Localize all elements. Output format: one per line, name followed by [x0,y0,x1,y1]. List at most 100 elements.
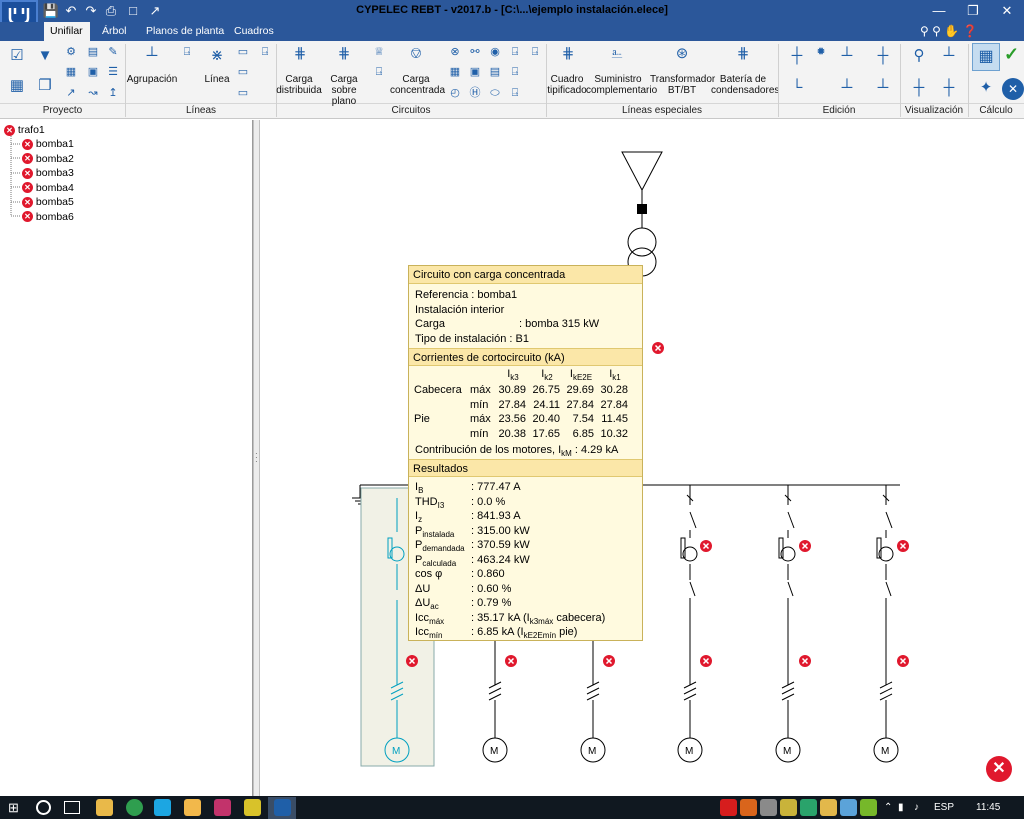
task-view-icon[interactable] [64,801,80,814]
tree-item-bomba1[interactable]: ✕ bomba1 [22,137,74,152]
breaker-icon[interactable]: ⍈ [258,45,272,59]
view-b-icon[interactable]: ┴ [938,46,960,66]
clock-icon[interactable]: ◴ [448,86,462,100]
layout-icon[interactable]: ▦ [6,76,28,96]
export-icon[interactable]: ↗ [146,2,164,20]
carga-concentrada-button[interactable]: Carga concentrada [390,74,445,96]
cypelec-taskbar-icon[interactable] [274,799,291,816]
print-icon[interactable]: ⎙ [102,2,120,20]
cuadro-tipificado-icon[interactable]: ⋕ [556,44,580,64]
filter-icon[interactable]: ▼ [34,46,56,66]
tray-c-icon[interactable] [780,799,797,816]
app-c-icon[interactable] [244,799,261,816]
tray-a-icon[interactable] [720,799,737,816]
cable-a-icon[interactable]: ▭ [236,45,250,59]
close-window-button[interactable]: ✕ [990,0,1024,22]
check-calc-icon[interactable]: ✓ [1004,44,1022,65]
tree-item-bomba2[interactable]: ✕ bomba2 [22,152,74,167]
tray-nvidia-icon[interactable] [860,799,877,816]
edit-e-icon[interactable]: ┴ [836,78,858,98]
cable-b-icon[interactable]: ▭ [236,65,250,79]
wand-icon[interactable]: ↝ [86,86,100,100]
edit-b-icon[interactable]: ✹ [814,45,828,59]
gear-icon[interactable]: ⚙ [64,45,78,59]
carga-concentrada-icon[interactable]: ⎊ [404,44,428,64]
tray-d-icon[interactable] [800,799,817,816]
socket-icon[interactable]: ⚯ [468,45,482,59]
search-icon[interactable] [36,800,51,815]
view-c-icon[interactable]: ┼ [908,78,930,98]
tool-d-icon[interactable]: ⍈ [508,86,522,100]
tool-a-icon[interactable]: ⍈ [508,45,522,59]
tree-item-bomba5[interactable]: ✕ bomba5 [22,195,74,210]
tab-arbol[interactable]: Árbol [96,22,133,41]
calculator-icon[interactable]: ▦ [972,43,1000,71]
app-b-icon[interactable] [214,799,231,816]
carga-distribuida-icon[interactable]: ⋕ [288,44,312,64]
tray-cloud-icon[interactable] [760,799,777,816]
tab-cuadros[interactable]: Cuadros [228,22,280,41]
pan-icon[interactable]: ✋ [944,24,959,38]
minimize-button[interactable]: — [922,0,956,22]
help-icon[interactable]: ❓ [963,24,978,38]
view-d-icon[interactable]: ┼ [938,78,960,98]
arrow-icon[interactable]: ↗ [64,86,78,100]
edit-a-icon[interactable]: ┼ [786,46,808,66]
redo-icon[interactable]: ↷ [82,2,100,20]
carga-sobre-plano-button[interactable]: Carga sobre plano [320,74,368,107]
fuse-icon[interactable]: ⍈ [180,45,194,59]
check-project-icon[interactable]: ☑ [6,46,28,66]
tray-chevron-icon[interactable]: ⌃ [884,799,892,816]
suministro-icon[interactable]: ⎁ [605,44,629,64]
tree-item-bomba6[interactable]: ✕ bomba6 [22,210,74,225]
agrupacion-icon[interactable]: ┴ [140,46,164,66]
edit-d-icon[interactable]: └ [786,78,808,98]
skype-icon[interactable] [154,799,171,816]
errors-close-icon[interactable]: ✕ [986,756,1012,782]
wand-calc-icon[interactable]: ✦ [976,78,996,98]
explorer-icon[interactable] [96,799,113,816]
print-preview-icon[interactable]: □ [124,2,142,20]
linea-icon[interactable]: ⋇ [205,46,229,66]
crown-icon[interactable]: ♕ [372,45,386,59]
tray-b-icon[interactable] [740,799,757,816]
network-icon[interactable]: ▮ [898,799,904,816]
cable-c-icon[interactable]: ▭ [236,86,250,100]
agrupacion-button[interactable]: Agrupación [126,74,178,85]
tab-planos[interactable]: Planos de planta [140,22,230,41]
zoom-in-icon[interactable]: ⚲ [920,24,929,38]
table-icon[interactable]: ▦ [64,65,78,79]
edit-c-icon[interactable]: ┴ [836,46,858,66]
tool-b-icon[interactable]: ⍈ [528,45,542,59]
maximize-button[interactable]: ❐ [956,0,990,22]
bateria-icon[interactable]: ⋕ [731,44,755,64]
save-icon[interactable]: 💾 [42,2,60,20]
cuadro-tipificado-button[interactable]: Cuadro tipificado [546,74,588,96]
bateria-button[interactable]: Batería de condensadores [711,74,779,96]
tray-e-icon[interactable] [840,799,857,816]
image-icon[interactable]: ▣ [86,65,100,79]
undo-icon[interactable]: ↶ [62,2,80,20]
app-a-icon[interactable] [184,799,201,816]
edit-icon[interactable]: ✎ [106,45,120,59]
lamp-icon[interactable]: ◉ [488,45,502,59]
tool-c-icon[interactable]: ⍈ [508,65,522,79]
tray-mail-icon[interactable] [820,799,837,816]
view-a-icon[interactable]: ⚲ [908,46,930,66]
volume-icon[interactable]: ♪ [914,799,919,816]
heater-icon[interactable]: ▤ [488,65,502,79]
carga-sobre-plano-icon[interactable]: ⋕ [332,44,356,64]
tree-item-bomba3[interactable]: ✕ bomba3 [22,166,74,181]
edit-g-icon[interactable]: ┴ [872,78,894,98]
motor-icon[interactable]: ⊗ [448,45,462,59]
oval-icon[interactable]: ⬭ [488,86,502,100]
language-indicator[interactable]: ESP [934,799,954,816]
list-icon[interactable]: ☰ [106,65,120,79]
tree-item-bomba4[interactable]: ✕ bomba4 [22,181,74,196]
clock[interactable]: 11:45 [976,799,1000,816]
upload-icon[interactable]: ↥ [106,86,120,100]
linea-button[interactable]: Línea [196,74,238,85]
cancel-calc-icon[interactable]: ✕ [1002,78,1024,100]
carga-distribuida-button[interactable]: Carga distribuida [276,74,322,96]
doc-icon[interactable]: ▤ [86,45,100,59]
